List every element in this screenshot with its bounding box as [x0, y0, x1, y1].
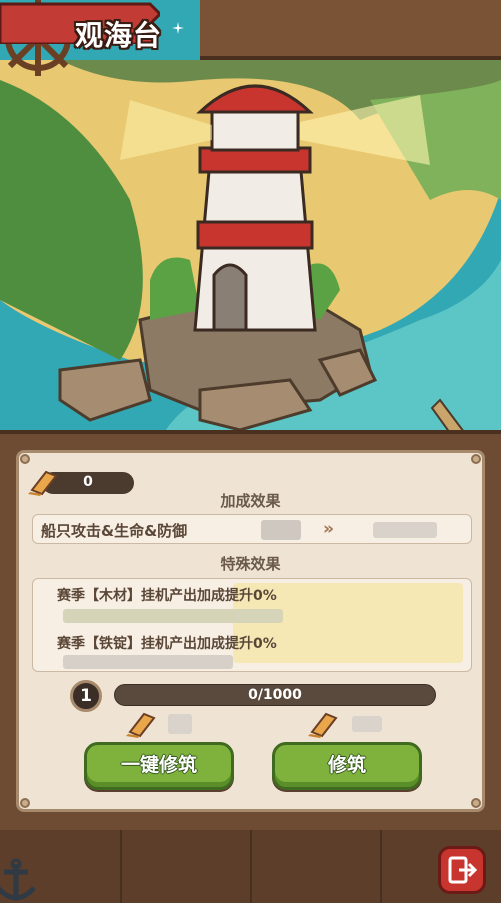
special-effect-wood: 赛季【木材】挂机产出加成提升0%: [57, 588, 277, 604]
header-plank: [200, 0, 501, 60]
anchor-icon: [0, 858, 36, 901]
special-effect-iron-detail-blurred: [63, 655, 233, 669]
bonus-section-title: 加成效果: [220, 492, 281, 510]
level-badge: 1: [70, 680, 102, 712]
panel-rivet: [20, 454, 30, 464]
bonus-stat-label: 船只攻击&生命&防御: [41, 522, 188, 540]
bonus-row: 船只攻击&生命&防御 »: [32, 514, 472, 544]
sparkle-icon: [172, 22, 184, 34]
plank-seam: [120, 830, 122, 903]
panel-rivet: [471, 798, 481, 808]
build-cost-blurred: [352, 716, 382, 732]
current-value-blurred: [261, 520, 301, 540]
lighthouse-scene: 观海台: [0, 0, 501, 440]
quick-build-cost-blurred: [168, 714, 192, 734]
plank-seam: [380, 830, 382, 903]
upgrade-arrow-icon: »: [323, 519, 334, 539]
special-effect-wood-detail-blurred: [63, 609, 283, 623]
panel-rivet: [471, 454, 481, 464]
special-section-title: 特殊效果: [220, 555, 281, 573]
quick-build-button[interactable]: 一键修筑: [84, 742, 234, 790]
plank-seam: [250, 830, 252, 903]
special-effects-box: 赛季【木材】挂机产出加成提升0% 赛季【铁锭】挂机产出加成提升0%: [32, 578, 472, 672]
special-effect-iron: 赛季【铁锭】挂机产出加成提升0%: [57, 636, 277, 652]
progress-text: 0/1000: [248, 687, 302, 703]
wood-plank-icon: [308, 712, 338, 738]
build-button[interactable]: 修筑: [272, 742, 422, 790]
build-progress-bar: 0/1000: [114, 684, 436, 706]
panel-rivet: [20, 798, 30, 808]
exit-button[interactable]: [438, 846, 486, 894]
next-value-blurred: [373, 522, 437, 538]
wood-plank-icon: [126, 712, 156, 738]
page-title: 观海台: [75, 19, 163, 52]
exit-door-icon: [448, 856, 478, 884]
